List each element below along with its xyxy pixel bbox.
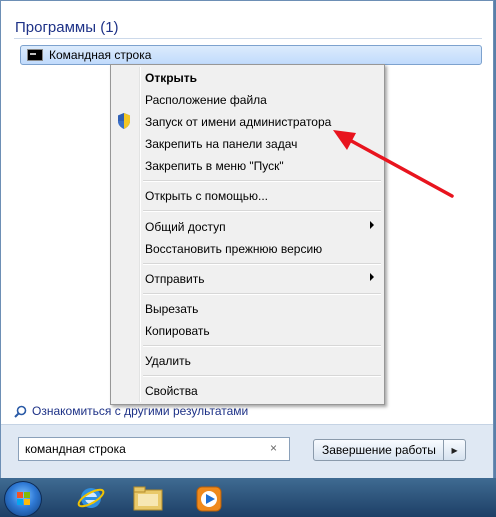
annotation-arrow <box>333 130 454 198</box>
